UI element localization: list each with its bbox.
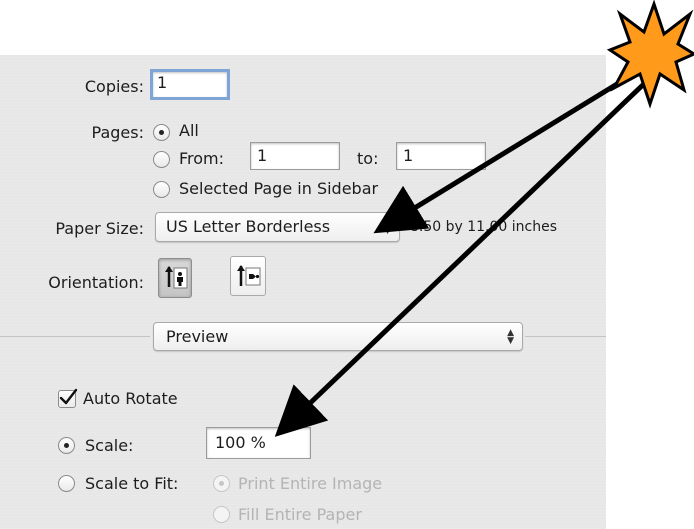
auto-rotate-label: Auto Rotate [83,389,178,408]
orientation-portrait-button[interactable] [158,258,192,298]
orientation-label: Orientation: [48,273,144,292]
paper-size-label: Paper Size: [55,219,144,238]
pages-to-field[interactable]: 1 [396,142,486,170]
pages-from-radio[interactable] [153,151,170,168]
copies-field[interactable]: 1 [150,69,230,100]
pages-from-field[interactable]: 1 [250,142,340,170]
popup-arrows-icon: ▲ ▼ [507,328,514,346]
pages-selected-label: Selected Page in Sidebar [179,179,379,198]
copies-label: Copies: [84,77,144,96]
popup-arrows-icon: ▲ ▼ [384,218,391,236]
checkmark-icon [59,388,78,405]
pages-to-label: to: [357,149,379,168]
scale-field[interactable]: 100 % [206,427,311,459]
section-popup[interactable]: Preview ▲ ▼ [153,322,523,351]
orientation-landscape-button[interactable] [230,256,266,296]
pages-selected-radio[interactable] [153,181,170,198]
scale-label: Scale: [85,436,134,455]
fill-entire-paper-label: Fill Entire Paper [238,505,362,524]
paper-size-dimensions: 8.50 by 11.00 inches [410,219,558,235]
scale-to-fit-label: Scale to Fit: [85,474,179,493]
landscape-icon [237,265,261,286]
scale-radio[interactable] [58,437,75,454]
auto-rotate-checkbox[interactable] [58,388,78,408]
paper-size-popup[interactable]: US Letter Borderless ▲ ▼ [155,212,400,242]
fill-entire-paper-radio[interactable] [213,506,230,523]
section-popup-value: Preview [166,327,229,346]
pages-from-label: From: [179,149,225,168]
print-entire-image-label: Print Entire Image [238,474,383,493]
pages-all-radio[interactable] [153,124,170,141]
pages-label: Pages: [91,123,144,142]
star-burst-icon [606,0,694,109]
paper-size-value: US Letter Borderless [166,217,331,236]
scale-to-fit-radio[interactable] [58,475,75,492]
portrait-icon [165,266,188,289]
section-divider-right [525,336,606,337]
print-entire-image-radio[interactable] [213,475,230,492]
section-divider-left [0,336,150,337]
pages-all-label: All [179,121,199,140]
